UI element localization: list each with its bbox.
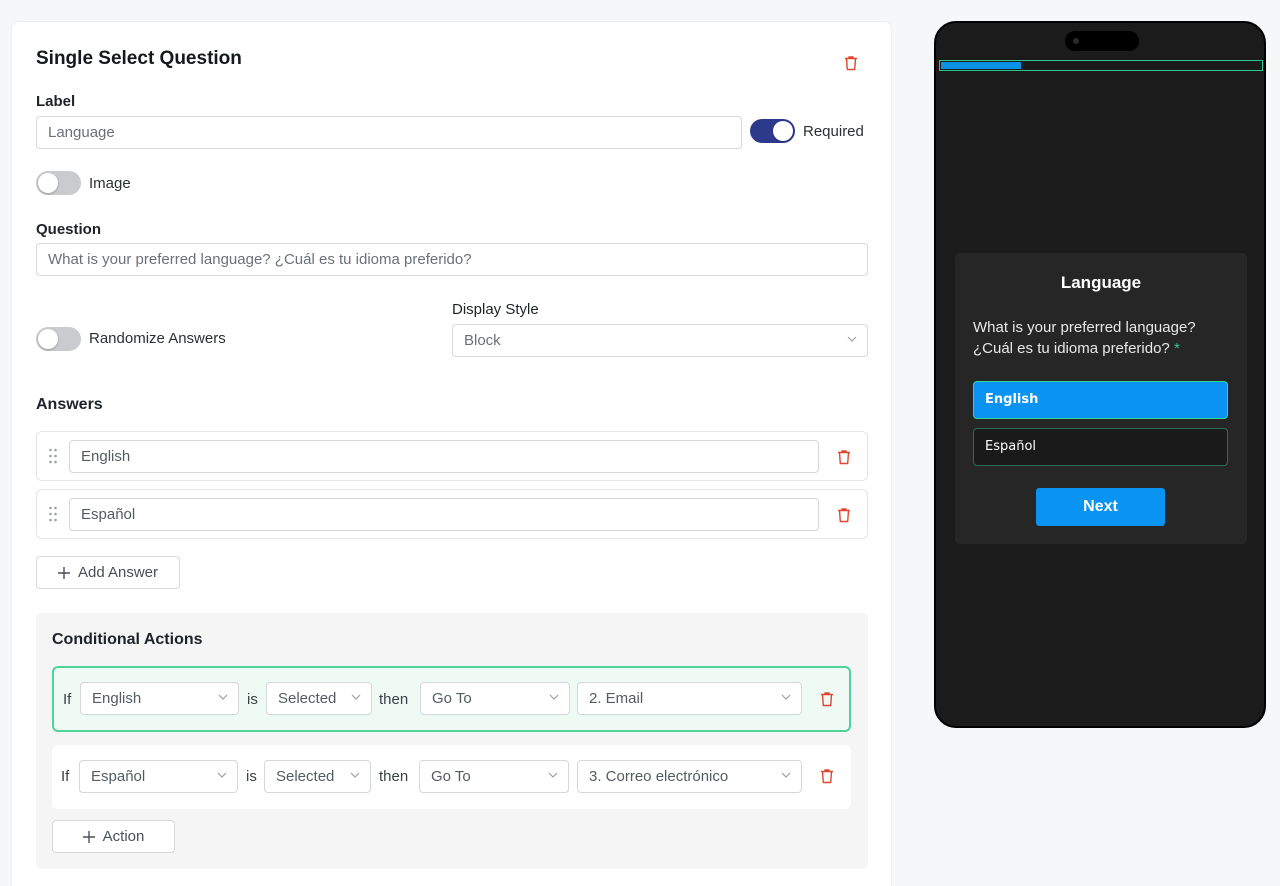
plus-icon — [57, 566, 70, 579]
delete-condition-trash-icon[interactable] — [820, 768, 834, 784]
answer-select[interactable]: Español — [79, 760, 238, 793]
toggle-knob — [38, 173, 58, 193]
phone-preview: Language What is your preferred language… — [934, 21, 1266, 728]
plus-icon — [82, 830, 95, 843]
delete-condition-trash-icon[interactable] — [820, 691, 834, 707]
then-word: then — [379, 691, 409, 708]
delete-question-trash-icon[interactable] — [844, 55, 858, 71]
preview-option[interactable]: English — [973, 381, 1228, 419]
add-answer-button[interactable]: Add Answer — [36, 556, 180, 589]
answer-input[interactable]: English — [69, 440, 819, 473]
target-select-value: 3. Correo electrónico — [589, 768, 729, 785]
preview-question-line2-text: ¿Cuál es tu idioma preferido? — [973, 340, 1170, 357]
drag-handle-icon[interactable] — [48, 506, 58, 522]
display-style-value: Block — [464, 332, 501, 349]
action-select[interactable]: Go To — [419, 760, 569, 793]
chevron-down-icon — [847, 336, 857, 342]
preview-question: What is your preferred language? ¿Cuál e… — [973, 317, 1233, 359]
answer-row: English — [36, 431, 868, 481]
preview-question-line1: What is your preferred language? — [973, 319, 1196, 336]
required-toggle[interactable] — [750, 119, 795, 143]
delete-answer-trash-icon[interactable] — [837, 449, 851, 465]
action-select[interactable]: Go To — [420, 682, 570, 715]
conditional-row: If Español is Selected then Go To 3. Cor… — [52, 745, 851, 809]
chevron-down-icon — [781, 772, 791, 778]
preview-next-button[interactable]: Next — [1036, 488, 1165, 526]
add-action-label: Action — [102, 828, 145, 845]
image-label: Image — [89, 175, 131, 192]
camera-icon — [1073, 38, 1079, 44]
progress-bar — [939, 60, 1263, 71]
target-select[interactable]: 2. Email — [577, 682, 802, 715]
chevron-down-icon — [548, 772, 558, 778]
preview-question-line2: ¿Cuál es tu idioma preferido? * — [973, 338, 1233, 359]
progress-fill — [941, 62, 1021, 69]
editor-title: Single Select Question — [36, 48, 242, 69]
question-editor-card: Single Select Question Label Language Re… — [11, 21, 892, 886]
if-word: If — [61, 768, 70, 785]
answer-select-value: English — [92, 690, 142, 707]
toggle-knob — [38, 329, 58, 349]
chevron-down-icon — [217, 772, 227, 778]
question-heading: Question — [36, 221, 102, 238]
preview-title: Language — [1060, 273, 1142, 292]
answer-select-value: Español — [91, 768, 146, 785]
add-answer-label: Add Answer — [77, 564, 159, 581]
target-select[interactable]: 3. Correo electrónico — [577, 760, 802, 793]
conditional-row: If English is Selected then Go To 2. Ema… — [52, 666, 851, 732]
answer-row: Español — [36, 489, 868, 539]
condition-select-value: Selected — [276, 768, 335, 785]
drag-handle-icon[interactable] — [48, 448, 58, 464]
action-select-value: Go To — [432, 690, 472, 707]
toggle-knob — [773, 121, 793, 141]
conditional-actions-panel: Conditional Actions If English is Select… — [36, 613, 868, 869]
condition-select[interactable]: Selected — [264, 760, 371, 793]
answers-heading: Answers — [36, 396, 103, 413]
is-word: is — [247, 691, 258, 708]
condition-select[interactable]: Selected — [266, 682, 372, 715]
required-label: Required — [803, 123, 864, 140]
add-action-button[interactable]: Action — [52, 820, 175, 853]
display-style-select[interactable]: Block — [452, 324, 868, 357]
randomize-label: Randomize Answers — [89, 330, 226, 347]
then-word: then — [379, 768, 409, 785]
chevron-down-icon — [549, 694, 559, 700]
randomize-toggle[interactable] — [36, 327, 81, 351]
target-select-value: 2. Email — [589, 690, 644, 707]
required-marker: * — [1173, 340, 1180, 357]
chevron-down-icon — [781, 694, 791, 700]
image-toggle[interactable] — [36, 171, 81, 195]
phone-notch — [1065, 31, 1139, 51]
action-select-value: Go To — [431, 768, 471, 785]
chevron-down-icon — [350, 772, 360, 778]
condition-select-value: Selected — [278, 690, 337, 707]
answer-input[interactable]: Español — [69, 498, 819, 531]
preview-option[interactable]: Español — [973, 428, 1228, 466]
display-style-heading: Display Style — [452, 301, 539, 318]
chevron-down-icon — [351, 694, 361, 700]
label-input[interactable]: Language — [36, 116, 742, 149]
chevron-down-icon — [218, 694, 228, 700]
delete-answer-trash-icon[interactable] — [837, 507, 851, 523]
conditional-actions-heading: Conditional Actions — [52, 631, 203, 648]
preview-question-card: Language What is your preferred language… — [955, 253, 1247, 544]
is-word: is — [246, 768, 257, 785]
if-word: If — [63, 691, 72, 708]
question-input[interactable]: What is your preferred language? ¿Cuál e… — [36, 243, 868, 276]
answer-select[interactable]: English — [80, 682, 239, 715]
label-heading: Label — [36, 93, 76, 110]
